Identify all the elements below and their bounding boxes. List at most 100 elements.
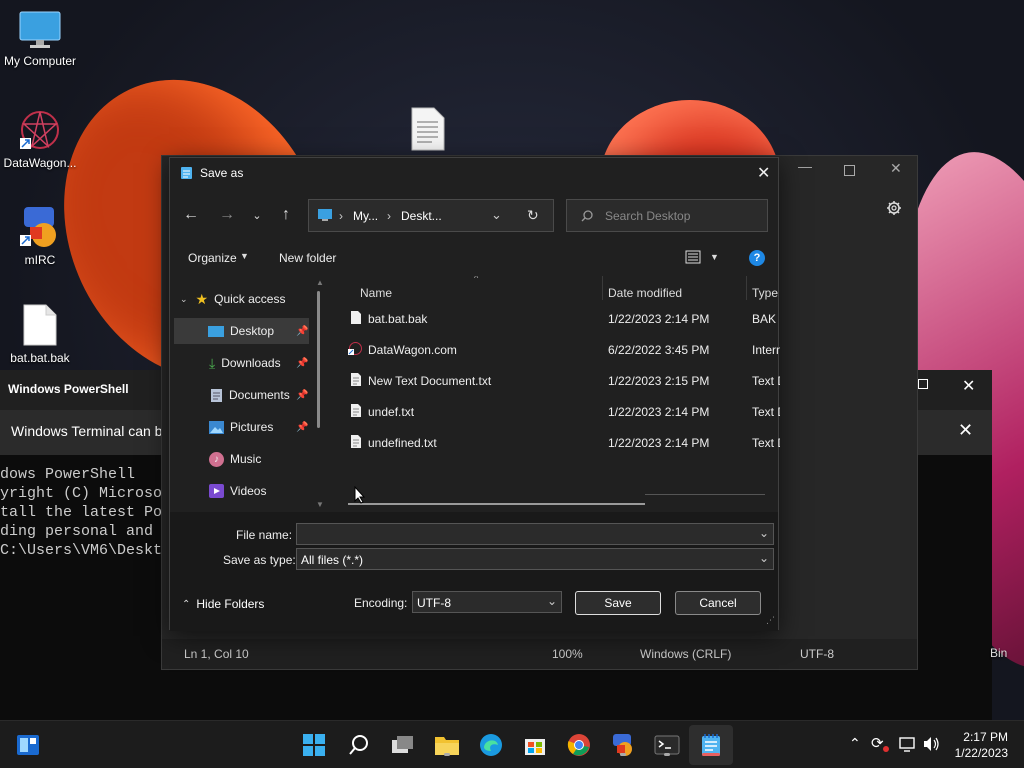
running-indicator: [444, 753, 450, 756]
mouse-cursor-icon: [354, 486, 366, 504]
file-name-input[interactable]: ⌄: [296, 523, 774, 545]
expand-chevron-icon[interactable]: ⌄: [180, 294, 188, 305]
scroll-up-arrow-icon[interactable]: ▲: [316, 278, 324, 287]
file-type: BAK File: [752, 312, 780, 326]
encoding-select[interactable]: UTF-8 ⌄: [412, 591, 562, 613]
navigation-pane: ⌄ ★ Quick access Desktop 📌 ⤓ Downloads 📌…: [170, 276, 330, 512]
save-as-dialog: Save as ✕ ← → ⌄ ↑ › My... › Deskt... ⌄ ↻…: [169, 157, 780, 631]
back-arrow-icon[interactable]: ←: [178, 202, 204, 228]
store-icon[interactable]: [521, 731, 549, 759]
chevron-up-icon[interactable]: ⌃: [849, 735, 861, 752]
new-folder-button[interactable]: New folder: [279, 251, 336, 265]
file-explorer-icon[interactable]: [433, 731, 461, 759]
up-arrow-icon[interactable]: ↑: [273, 202, 299, 228]
column-header-name[interactable]: Name: [360, 286, 392, 300]
column-header-type[interactable]: Type: [752, 286, 778, 300]
desktop-icon-mirc[interactable]: mIRC: [0, 205, 80, 267]
maximize-icon[interactable]: [918, 379, 928, 389]
videos-icon: [209, 484, 224, 498]
network-icon[interactable]: [899, 736, 917, 752]
column-divider[interactable]: [746, 276, 747, 300]
nav-item-downloads[interactable]: ⤓ Downloads 📌: [174, 350, 309, 376]
close-icon[interactable]: ✕: [962, 376, 975, 396]
desktop-icon-bat-bat-bak[interactable]: bat.bat.bak: [0, 303, 80, 365]
settings-gear-icon[interactable]: [886, 200, 902, 216]
file-date: 1/22/2023 2:15 PM: [608, 374, 710, 388]
volume-icon[interactable]: [923, 736, 941, 752]
file-row[interactable]: bat.bat.bak 1/22/2023 2:14 PM BAK File: [340, 303, 780, 334]
desktop-icon-my-computer[interactable]: My Computer: [0, 10, 80, 68]
save-button[interactable]: Save: [575, 591, 661, 615]
terminal-banner-text: Windows Terminal can b: [11, 423, 163, 439]
horizontal-scrollbar-track: [645, 494, 765, 495]
close-icon[interactable]: ✕: [757, 163, 770, 183]
task-view-icon[interactable]: [389, 731, 417, 759]
file-type: Text Doc: [752, 405, 780, 419]
desktop-icon-label: DataWagon...: [3, 156, 77, 170]
mirc-icon[interactable]: [609, 731, 637, 759]
notepad-icon[interactable]: [697, 731, 725, 759]
nav-item-desktop[interactable]: Desktop 📌: [174, 318, 309, 344]
monitor-icon: [19, 11, 61, 48]
banner-close-icon[interactable]: ✕: [958, 420, 973, 441]
nav-item-music[interactable]: ♪ Music: [174, 446, 309, 472]
edge-icon[interactable]: [477, 731, 505, 759]
horizontal-scrollbar-thumb[interactable]: [348, 503, 645, 505]
organize-button[interactable]: Organize: [188, 251, 237, 265]
search-icon[interactable]: [345, 731, 373, 759]
mirc-icon: [20, 207, 56, 247]
file-row[interactable]: undefined.txt 1/22/2023 2:14 PM Text Doc: [340, 427, 780, 458]
terminal-icon[interactable]: [653, 731, 681, 759]
file-icon: [351, 311, 361, 324]
view-options-icon[interactable]: [685, 250, 701, 264]
start-icon[interactable]: [300, 731, 328, 759]
column-divider[interactable]: [602, 276, 603, 300]
minimize-icon[interactable]: —: [798, 158, 812, 174]
pin-icon: 📌: [296, 421, 309, 433]
hide-folders-button[interactable]: ⌃ Hide Folders: [182, 597, 264, 611]
zoom-level: 100%: [552, 647, 583, 661]
file-name-chevron-down-icon[interactable]: ⌄: [759, 526, 769, 540]
navigation-bar: ← → ⌄ ↑ › My... › Deskt... ⌄ ↻ Search De…: [170, 188, 778, 244]
file-icon: [23, 304, 57, 346]
view-chevron-icon[interactable]: ▼: [710, 252, 719, 262]
save-type-chevron-down-icon[interactable]: ⌄: [759, 551, 769, 565]
forward-arrow-icon[interactable]: →: [214, 202, 240, 228]
desktop-icon-label: mIRC: [24, 253, 56, 267]
breadcrumb-segment[interactable]: My...: [353, 209, 378, 223]
resize-grip-icon[interactable]: ⋰: [766, 615, 775, 626]
nav-scrollbar-thumb[interactable]: [317, 291, 320, 428]
desktop-icon-text-file[interactable]: [410, 106, 446, 155]
widgets-icon[interactable]: [14, 731, 42, 759]
encoding-chevron-down-icon[interactable]: ⌄: [547, 594, 557, 608]
terminal-output: dows PowerShell yright (C) Microso tall th…: [0, 465, 162, 560]
refresh-icon[interactable]: ↻: [527, 207, 539, 224]
chevron-up-icon: ⌃: [182, 598, 191, 610]
address-dropdown-chevron-icon[interactable]: ⌄: [491, 207, 502, 223]
column-header-date-modified[interactable]: Date modified: [608, 286, 682, 300]
close-icon[interactable]: ✕: [890, 160, 902, 177]
maximize-icon[interactable]: [844, 165, 855, 176]
file-row[interactable]: DataWagon.com 6/22/2022 3:45 PM Internet: [340, 334, 780, 365]
nav-item-quick-access[interactable]: ⌄ ★ Quick access: [174, 286, 309, 312]
help-icon[interactable]: ?: [749, 250, 765, 266]
breadcrumb-segment[interactable]: Deskt...: [401, 209, 442, 223]
search-box[interactable]: Search Desktop: [566, 199, 768, 232]
desktop-icon-datawagon[interactable]: DataWagon...: [0, 108, 80, 170]
cancel-button[interactable]: Cancel: [675, 591, 761, 615]
nav-item-pictures[interactable]: Pictures 📌: [174, 414, 309, 440]
clock[interactable]: 2:17 PM 1/22/2023: [955, 729, 1008, 761]
address-bar[interactable]: › My... › Deskt... ⌄ ↻: [308, 199, 554, 232]
save-type-select[interactable]: All files (*.*) ⌄: [296, 548, 774, 570]
terminal-title: Windows PowerShell: [8, 382, 129, 396]
scroll-down-arrow-icon[interactable]: ▼: [316, 500, 324, 509]
recent-locations-chevron-icon[interactable]: ⌄: [244, 202, 270, 228]
chrome-icon[interactable]: [565, 731, 593, 759]
file-row[interactable]: New Text Document.txt 1/22/2023 2:15 PM …: [340, 365, 780, 396]
sync-icon[interactable]: ⟳: [871, 734, 884, 752]
desktop-icon-label: bat.bat.bak: [10, 351, 70, 365]
nav-item-documents[interactable]: Documents 📌: [174, 382, 309, 408]
nav-item-label: Documents: [229, 388, 290, 402]
file-row[interactable]: undef.txt 1/22/2023 2:14 PM Text Doc: [340, 396, 780, 427]
nav-item-videos[interactable]: Videos: [174, 478, 309, 504]
